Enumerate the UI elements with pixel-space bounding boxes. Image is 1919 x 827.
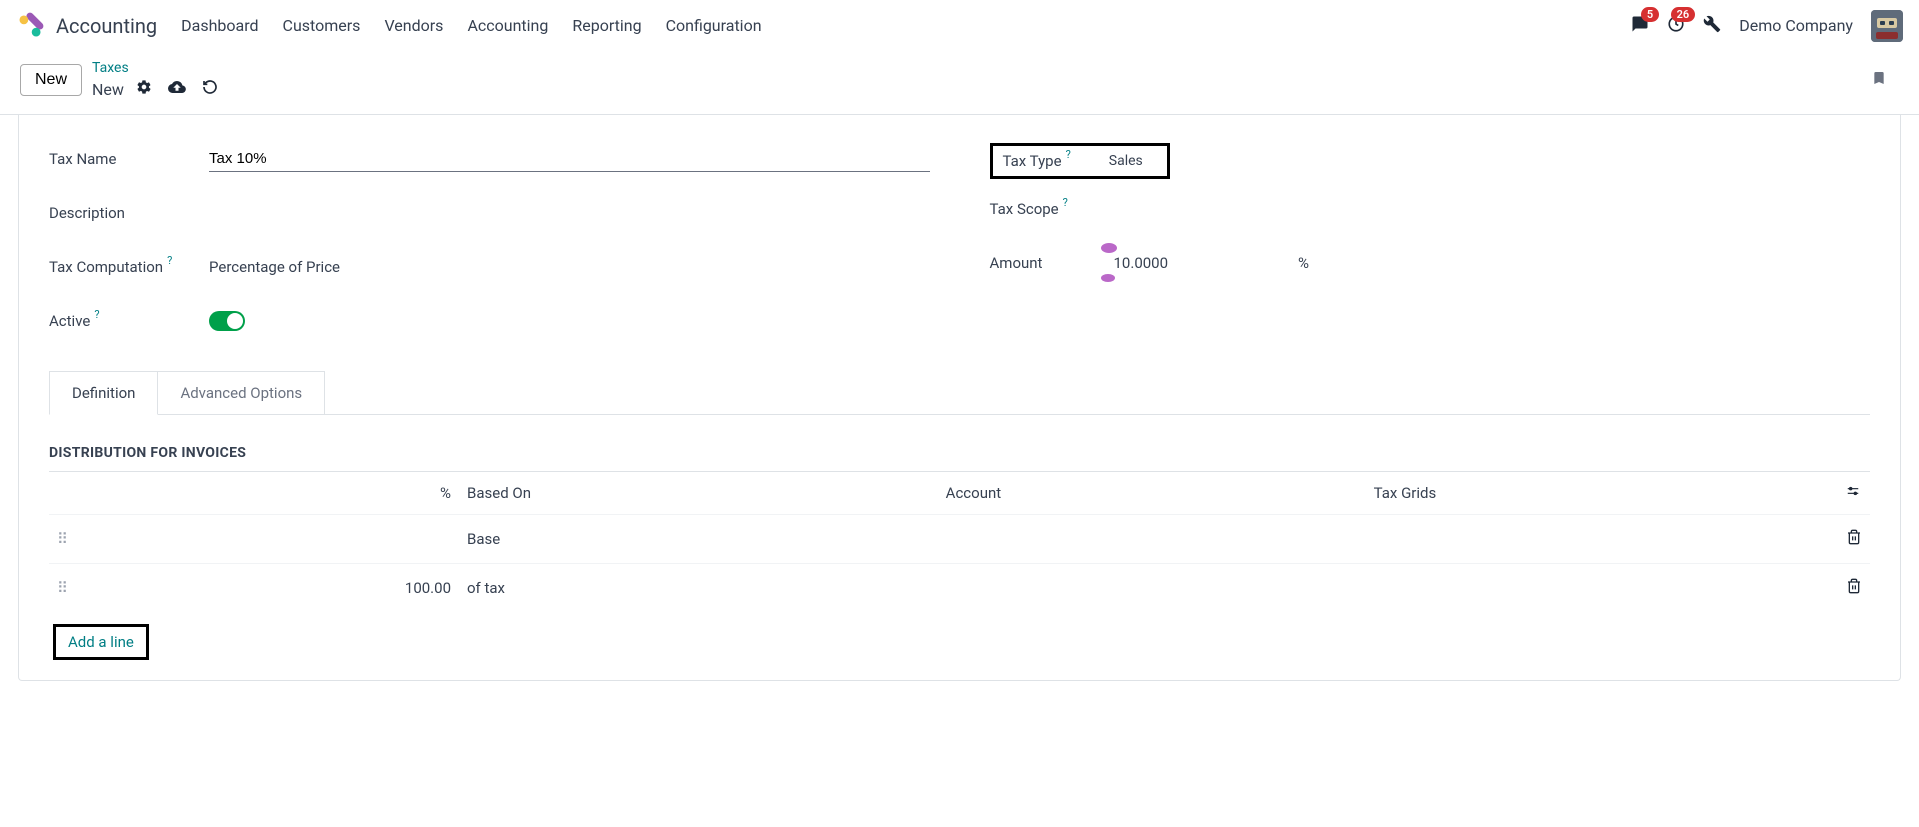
- nav-configuration[interactable]: Configuration: [666, 16, 762, 35]
- col-percent: %: [79, 472, 459, 515]
- breadcrumb-link[interactable]: Taxes: [92, 60, 218, 76]
- tax-type-highlight: Tax Type? Sales: [990, 143, 1170, 179]
- nav-reporting[interactable]: Reporting: [572, 16, 641, 35]
- activities-icon[interactable]: 26: [1667, 15, 1685, 37]
- active-label: Active?: [49, 312, 209, 330]
- app-name[interactable]: Accounting: [56, 14, 157, 38]
- table-row[interactable]: ⠿ Base: [49, 515, 1870, 564]
- add-line-button[interactable]: Add a line: [53, 624, 149, 660]
- gear-icon[interactable]: [136, 79, 152, 99]
- user-avatar[interactable]: [1871, 10, 1903, 42]
- tabs: Definition Advanced Options: [49, 371, 1870, 415]
- tax-scope-label: Tax Scope?: [990, 200, 1100, 218]
- nav-dashboard[interactable]: Dashboard: [181, 16, 258, 35]
- amount-unit: %: [1298, 254, 1309, 272]
- tools-icon[interactable]: [1703, 15, 1721, 37]
- tax-name-label: Tax Name: [49, 150, 209, 168]
- app-logo-icon[interactable]: [16, 12, 44, 40]
- undo-icon[interactable]: [202, 79, 218, 99]
- messages-badge: 5: [1641, 7, 1659, 22]
- help-icon[interactable]: ?: [94, 308, 99, 321]
- help-icon[interactable]: ?: [1066, 148, 1071, 161]
- messages-icon[interactable]: 5: [1631, 15, 1649, 37]
- table-settings-icon[interactable]: [1844, 484, 1862, 502]
- main-menu: Dashboard Customers Vendors Accounting R…: [181, 16, 761, 35]
- form-sheet: Tax Name Description Tax Computation? Pe…: [18, 115, 1901, 681]
- drag-handle-icon[interactable]: ⠿: [57, 579, 68, 597]
- col-based-on: Based On: [459, 472, 938, 515]
- amount-label: Amount: [990, 254, 1100, 272]
- active-toggle[interactable]: [209, 311, 245, 331]
- tax-name-input[interactable]: [209, 146, 930, 172]
- activities-badge: 26: [1671, 7, 1696, 22]
- distribution-invoices-title: DISTRIBUTION FOR INVOICES: [49, 445, 1870, 472]
- nav-accounting[interactable]: Accounting: [467, 16, 548, 35]
- nav-right: 5 26 Demo Company: [1631, 10, 1903, 42]
- tab-definition[interactable]: Definition: [49, 371, 158, 415]
- control-panel: New Taxes New: [0, 52, 1919, 115]
- nav-vendors[interactable]: Vendors: [384, 16, 443, 35]
- cursor-decoration-icon: [1100, 243, 1118, 283]
- nav-customers[interactable]: Customers: [283, 16, 361, 35]
- tax-computation-select[interactable]: Percentage of Price: [209, 258, 930, 276]
- col-account: Account: [938, 472, 1366, 515]
- help-icon[interactable]: ?: [1063, 196, 1068, 209]
- top-nav: Accounting Dashboard Customers Vendors A…: [0, 0, 1919, 52]
- tax-computation-label: Tax Computation?: [49, 258, 209, 276]
- cloud-upload-icon[interactable]: [168, 78, 186, 100]
- description-label: Description: [49, 204, 209, 222]
- table-row[interactable]: ⠿ 100.00 of tax: [49, 564, 1870, 613]
- col-tax-grids: Tax Grids: [1366, 472, 1836, 515]
- tax-type-label: Tax Type?: [1003, 152, 1071, 170]
- company-selector[interactable]: Demo Company: [1739, 16, 1853, 35]
- breadcrumb-current: New: [92, 80, 124, 99]
- new-button[interactable]: New: [20, 64, 82, 96]
- drag-handle-icon[interactable]: ⠿: [57, 530, 68, 548]
- trash-icon[interactable]: [1846, 580, 1862, 598]
- help-icon[interactable]: ?: [167, 254, 172, 267]
- tax-type-select[interactable]: Sales: [1095, 153, 1157, 169]
- distribution-table: % Based On Account Tax Grids ⠿ Base: [49, 472, 1870, 612]
- bookmark-icon[interactable]: [1871, 68, 1899, 92]
- tab-advanced-options[interactable]: Advanced Options: [158, 371, 325, 415]
- trash-icon[interactable]: [1846, 531, 1862, 549]
